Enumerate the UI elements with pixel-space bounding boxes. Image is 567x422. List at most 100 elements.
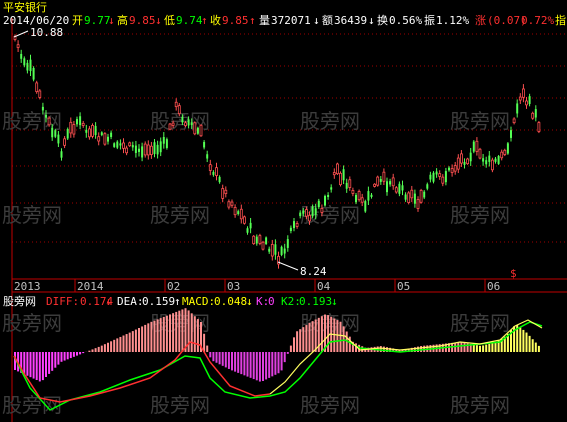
candle-body <box>66 129 69 139</box>
candle-body <box>227 201 231 208</box>
time-label: 06 <box>487 280 500 293</box>
macd-bar <box>51 352 54 371</box>
candle-body <box>335 163 339 175</box>
time-label: 02 <box>167 280 180 293</box>
candle-body <box>159 141 162 153</box>
candle-body <box>274 244 277 255</box>
watermark: 股旁网 <box>300 109 360 133</box>
candle-body <box>367 191 370 201</box>
macd-bar <box>107 342 109 352</box>
macd-bar <box>457 342 460 352</box>
macd-bar <box>265 352 268 380</box>
macd-bar <box>308 323 311 352</box>
diff-arrow: ↓ <box>105 295 112 308</box>
candle-body <box>456 157 460 170</box>
candle-body <box>482 158 485 162</box>
k2-label: K2: <box>281 295 301 308</box>
candle-body <box>193 122 197 135</box>
macd-bar <box>320 316 323 352</box>
macd-bar <box>79 352 82 355</box>
macd-bar <box>209 352 212 358</box>
candle-body <box>23 58 26 66</box>
macd-bar <box>172 313 175 352</box>
diff-label: DIFF: <box>46 295 79 308</box>
amount-label: 额 <box>322 14 333 27</box>
candle-body <box>261 241 265 250</box>
candle-body <box>537 122 541 132</box>
macd-bar <box>537 345 540 352</box>
candle-body <box>469 152 472 162</box>
macd-bar <box>339 321 342 352</box>
time-label: 2013 <box>14 280 41 293</box>
watermark: 股旁网 <box>450 109 510 133</box>
candle-body <box>141 146 144 158</box>
candle-body <box>20 53 23 59</box>
change-label: 涨 <box>475 14 486 27</box>
candle-body <box>295 223 299 227</box>
macd-bar <box>203 333 206 352</box>
candle-body <box>512 118 516 124</box>
close-arrow: ↑ <box>249 14 256 27</box>
macd-bar <box>147 323 150 352</box>
macd-bar <box>69 352 72 359</box>
candle-body <box>146 144 150 156</box>
candle-body <box>79 116 82 126</box>
stock-name[interactable]: 平安银行 <box>3 0 47 14</box>
candle-body <box>45 114 47 118</box>
candle-body <box>174 101 178 108</box>
macd-bar <box>252 352 255 380</box>
candle-body <box>453 165 457 172</box>
macd-bar <box>48 352 51 374</box>
macd-bar <box>240 352 243 375</box>
macd-bar <box>215 352 218 363</box>
macd-bar <box>280 352 283 371</box>
candle-body <box>72 124 76 135</box>
indicator-bar: 股旁网 DIFF: 0.174 ↓ DEA: 0.159 ↑ MACD: 0.0… <box>3 294 338 308</box>
watermark: 股旁网 <box>2 311 62 335</box>
candle-body <box>345 182 348 189</box>
macd-bar <box>277 352 280 374</box>
candle-body <box>370 194 373 197</box>
candle-body <box>165 139 168 148</box>
volume-arrow: ↓ <box>313 14 320 27</box>
candle-body <box>438 173 442 177</box>
low-arrow: ↑ <box>201 14 208 27</box>
candle-body <box>116 141 119 148</box>
macd-bar <box>528 335 531 352</box>
indicator-name[interactable]: 股旁网 <box>3 294 36 308</box>
candle-body <box>286 239 289 248</box>
macd-bar <box>302 327 305 352</box>
candle-body <box>171 122 175 126</box>
macd-bar <box>286 352 289 354</box>
stock-chart[interactable]: 股旁网 股旁网 股旁网 股旁网 股旁网 股旁网 股旁网 股旁网 股旁网 股旁网 … <box>0 0 567 422</box>
watermark: 股旁网 <box>150 203 210 227</box>
candle-body <box>327 195 330 198</box>
candle-body <box>466 158 470 165</box>
candle-body <box>221 188 225 199</box>
candle-body <box>149 145 153 155</box>
candle-body <box>88 128 91 138</box>
candle-body <box>478 148 482 159</box>
macd-bar <box>491 342 494 352</box>
macd-bar <box>420 345 423 352</box>
low-marker-value: 8.24 <box>300 265 327 278</box>
high-value: 9.85 <box>129 14 156 27</box>
candle-body <box>534 109 537 118</box>
candle-body <box>472 141 475 152</box>
macd-label: MACD: <box>182 295 215 308</box>
candle-body <box>432 172 435 182</box>
candle-body <box>528 96 531 104</box>
macd-bar <box>175 311 178 352</box>
macd-bar <box>463 342 466 352</box>
candle-body <box>143 143 147 156</box>
candle-body <box>429 174 432 180</box>
macd-bar <box>283 352 286 363</box>
watermark: 股旁网 <box>300 393 360 417</box>
amplitude-value: 1.12% <box>436 14 469 27</box>
macd-bar <box>138 328 140 352</box>
candle-body <box>308 214 311 222</box>
candle-body <box>134 145 137 153</box>
macd-bar <box>125 334 128 352</box>
time-label: 04 <box>317 280 331 293</box>
candle-body <box>85 129 88 133</box>
